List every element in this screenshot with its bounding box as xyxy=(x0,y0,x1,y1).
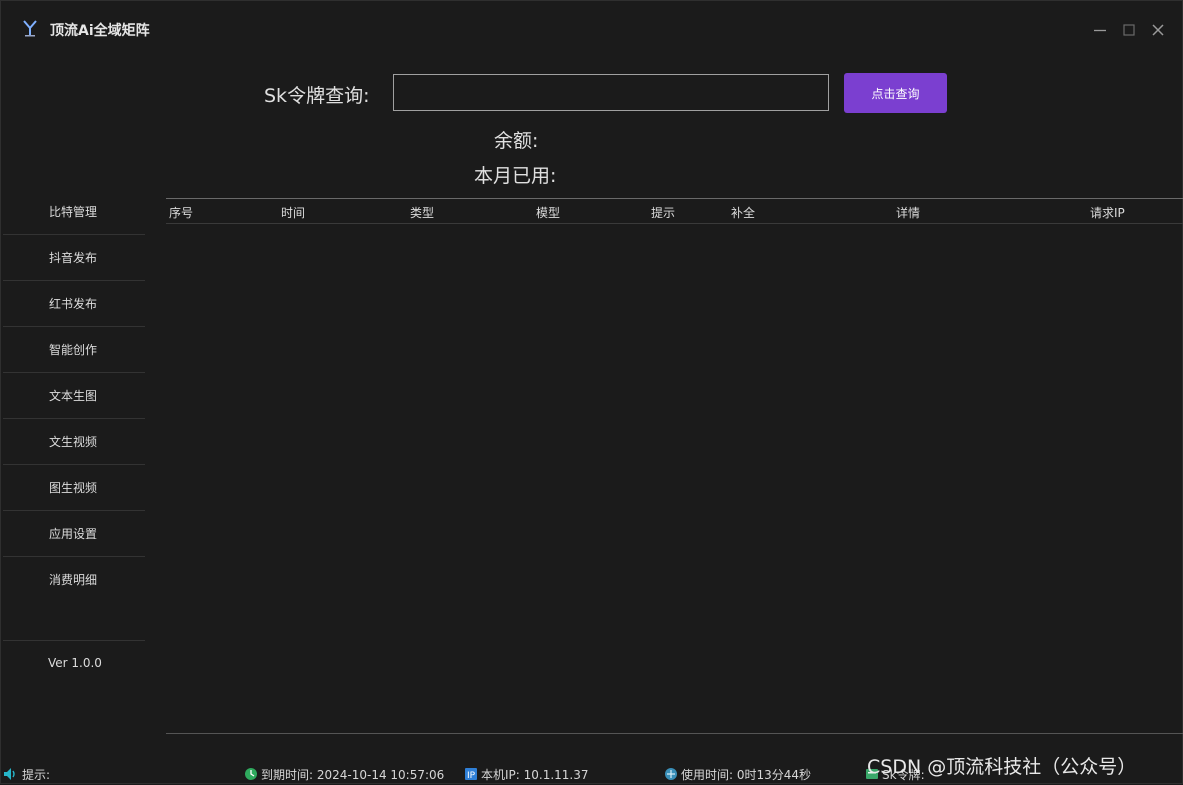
ip-icon: IP xyxy=(465,768,477,781)
version-divider xyxy=(3,640,145,641)
status-hint: 提示: xyxy=(3,766,50,783)
sidebar-item-douyin-publish[interactable]: 抖音发布 xyxy=(1,233,146,279)
status-expire-text: 到期时间: 2024-10-14 10:57:06 xyxy=(261,768,445,782)
column-header-details[interactable]: 详情 xyxy=(896,204,920,221)
sk-token-input[interactable] xyxy=(393,74,829,111)
table-header-border xyxy=(166,223,1183,224)
sidebar-item-label: 图生视频 xyxy=(49,481,98,495)
column-header-model[interactable]: 模型 xyxy=(536,204,560,221)
sidebar-item-text-to-video[interactable]: 文生视频 xyxy=(1,417,146,463)
close-icon[interactable] xyxy=(1149,21,1167,39)
version-label: Ver 1.0.0 xyxy=(48,656,102,670)
column-header-type[interactable]: 类型 xyxy=(410,204,434,221)
table-bottom-border xyxy=(166,733,1183,734)
sk-token-query-label: Sk令牌查询: xyxy=(264,85,370,107)
sidebar-item-redbook-publish[interactable]: 红书发布 xyxy=(1,279,146,325)
sidebar-item-smart-creation[interactable]: 智能创作 xyxy=(1,325,146,371)
sidebar-item-label: 抖音发布 xyxy=(49,251,98,265)
status-usage-time-text: 使用时间: 0时13分44秒 xyxy=(681,768,812,782)
sidebar-item-app-settings[interactable]: 应用设置 xyxy=(1,509,146,555)
status-usage-time: 使用时间: 0时13分44秒 xyxy=(664,766,811,783)
csdn-watermark: CSDN @顶流科技社（公众号） xyxy=(867,756,1137,778)
sidebar-item-label: 消费明细 xyxy=(49,573,98,587)
sidebar-item-label: 文生视频 xyxy=(49,435,98,449)
status-hint-text: 提示: xyxy=(22,768,51,782)
sidebar-item-label: 智能创作 xyxy=(49,343,98,357)
svg-text:IP: IP xyxy=(467,771,476,781)
clock-icon xyxy=(245,768,257,780)
column-header-index[interactable]: 序号 xyxy=(169,204,193,221)
app-window: 顶流Ai全域矩阵 Sk令牌查询: 点击查询 余额: 本月已用: 比特管理 抖音发… xyxy=(0,0,1183,784)
maximize-icon[interactable] xyxy=(1120,21,1138,39)
status-local-ip-text: 本机IP: 10.1.11.37 xyxy=(481,768,589,782)
column-header-prompt[interactable]: 提示 xyxy=(651,204,675,221)
column-header-request-ip[interactable]: 请求IP xyxy=(1090,204,1125,221)
column-header-time[interactable]: 时间 xyxy=(281,204,305,221)
table-top-border xyxy=(166,198,1183,199)
sidebar-item-bit-management[interactable]: 比特管理 xyxy=(1,187,146,233)
status-local-ip: IP 本机IP: 10.1.11.37 xyxy=(464,766,589,783)
sidebar-item-text-to-image[interactable]: 文本生图 xyxy=(1,371,146,417)
column-header-completion[interactable]: 补全 xyxy=(731,204,755,221)
status-expire: 到期时间: 2024-10-14 10:57:06 xyxy=(244,766,444,783)
network-icon xyxy=(665,768,677,780)
query-button[interactable]: 点击查询 xyxy=(844,73,947,113)
sidebar-item-label: 红书发布 xyxy=(49,297,98,311)
app-title: 顶流Ai全域矩阵 xyxy=(50,23,150,39)
sidebar-item-label: 应用设置 xyxy=(49,527,98,541)
sidebar-item-consumption-details[interactable]: 消费明细 xyxy=(1,555,146,601)
sidebar-item-label: 文本生图 xyxy=(49,389,98,403)
month-used-label: 本月已用: xyxy=(474,165,557,187)
title-bar[interactable]: 顶流Ai全域矩阵 xyxy=(1,1,1182,59)
sidebar-item-image-to-video[interactable]: 图生视频 xyxy=(1,463,146,509)
speaker-icon xyxy=(4,768,15,780)
minimize-icon[interactable] xyxy=(1091,21,1109,39)
consumption-table[interactable]: 序号 时间 类型 模型 提示 补全 详情 请求IP xyxy=(166,198,1183,734)
app-logo-icon xyxy=(23,20,37,37)
balance-label: 余额: xyxy=(494,130,539,152)
sidebar-item-label: 比特管理 xyxy=(49,205,98,219)
